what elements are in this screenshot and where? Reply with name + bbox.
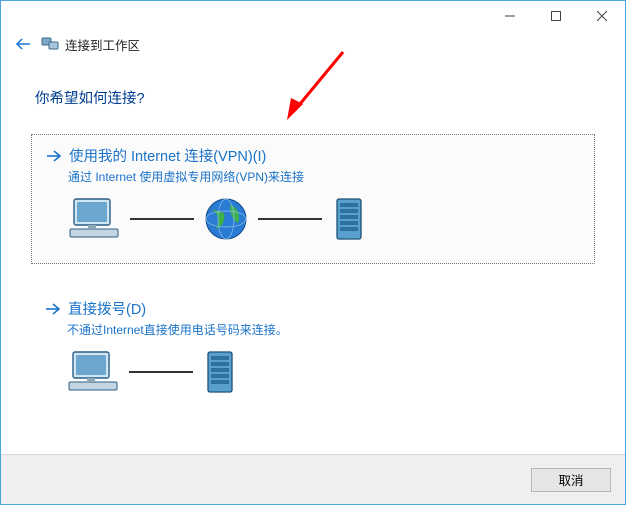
cancel-button[interactable]: 取消	[531, 468, 611, 492]
page-question: 你希望如何连接?	[35, 87, 595, 108]
computer-icon	[68, 195, 122, 243]
back-arrow-icon	[15, 37, 31, 51]
server-icon	[201, 348, 239, 396]
globe-icon	[202, 195, 250, 243]
cancel-button-label: 取消	[558, 470, 583, 489]
option-dial-desc: 不通过Internet直接使用电话号码来连接。	[67, 321, 581, 338]
content-area: 你希望如何连接? 使用我的 Internet 连接(VPN)(I) 通过 Int…	[1, 57, 625, 454]
connection-line	[130, 218, 194, 220]
breadcrumb: 连接到工作区	[1, 31, 625, 57]
option-vpn-illustration	[68, 195, 580, 243]
dialog-window: 连接到工作区 你希望如何连接? 使用我的 Internet 连接(VPN)(I)…	[0, 0, 626, 505]
breadcrumb-title: 连接到工作区	[65, 35, 140, 54]
option-dial-title: 直接拨号(D)	[68, 298, 146, 319]
maximize-icon	[551, 11, 561, 21]
arrow-right-icon	[46, 149, 62, 163]
title-bar	[1, 1, 625, 31]
arrow-right-icon	[45, 302, 61, 316]
close-icon	[597, 11, 607, 21]
dialog-footer: 取消	[1, 454, 625, 504]
computer-icon	[67, 348, 121, 396]
option-vpn-desc: 通过 Internet 使用虚拟专用网络(VPN)来连接	[68, 168, 580, 185]
option-dial-header: 直接拨号(D)	[45, 298, 581, 319]
option-dial[interactable]: 直接拨号(D) 不通过Internet直接使用电话号码来连接。	[31, 292, 595, 410]
option-dial-illustration	[67, 348, 581, 396]
server-icon	[330, 195, 368, 243]
close-button[interactable]	[579, 1, 625, 30]
option-vpn[interactable]: 使用我的 Internet 连接(VPN)(I) 通过 Internet 使用虚…	[31, 134, 595, 264]
maximize-button[interactable]	[533, 1, 579, 30]
connection-line	[258, 218, 322, 220]
back-button[interactable]	[11, 37, 35, 51]
network-icon	[41, 36, 59, 52]
minimize-icon	[505, 11, 515, 21]
minimize-button[interactable]	[487, 1, 533, 30]
connection-line	[129, 371, 193, 373]
option-vpn-title: 使用我的 Internet 连接(VPN)(I)	[69, 145, 266, 166]
option-vpn-header: 使用我的 Internet 连接(VPN)(I)	[46, 145, 580, 166]
